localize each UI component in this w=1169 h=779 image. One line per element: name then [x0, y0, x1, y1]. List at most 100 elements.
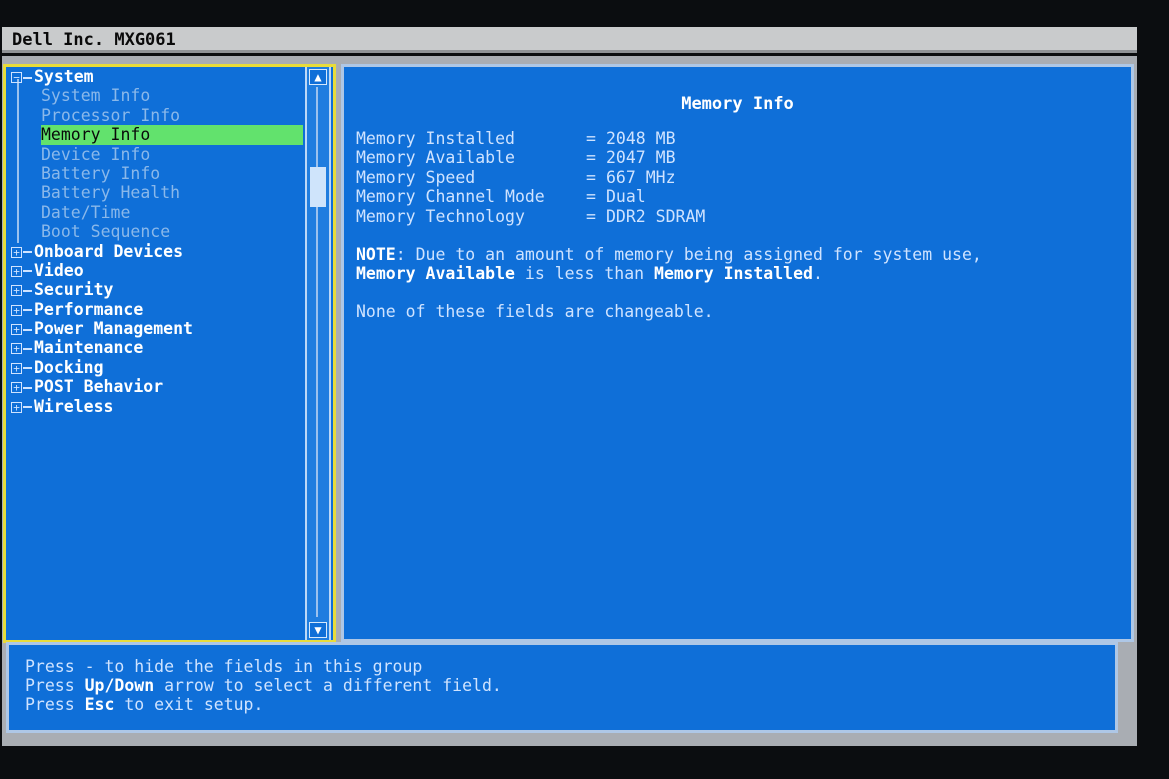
tree-item-battery-info[interactable]: Battery Info — [8, 164, 308, 183]
tree-item-battery-health[interactable]: Battery Health — [8, 183, 308, 202]
tree-branch-icon — [23, 289, 32, 292]
note-prefix: NOTE — [356, 245, 396, 264]
help-text: Press — [25, 676, 85, 695]
settings-tree-pane: − System System Info Processor Info Memor… — [3, 64, 336, 643]
field-label: Memory Technology — [356, 206, 525, 226]
expand-icon[interactable]: + — [11, 285, 22, 297]
field-memory-channel-mode: Memory Channel Mode = Dual — [356, 187, 705, 206]
help-text: Press — [25, 695, 85, 714]
tree-item-label: System Info — [41, 86, 151, 106]
tree-item-device-info[interactable]: Device Info — [8, 145, 308, 164]
tree-item-label: Date/Time — [41, 202, 131, 222]
tree-item-memory-info[interactable]: Memory Info — [8, 125, 308, 145]
tree-item-label: Boot Sequence — [41, 222, 171, 242]
field-value: DDR2 SDRAM — [606, 206, 706, 226]
tree-group-docking[interactable]: + Docking — [8, 358, 308, 377]
collapse-icon[interactable]: − — [11, 72, 22, 83]
field-label: Memory Installed — [356, 129, 515, 148]
tree-item-label: Battery Info — [41, 163, 161, 183]
field-value: 667 MHz — [606, 167, 676, 187]
expand-icon[interactable]: + — [11, 343, 22, 355]
tree-group-onboard-devices[interactable]: + Onboard Devices — [8, 242, 308, 261]
help-key-esc: Esc — [84, 695, 115, 714]
expand-icon[interactable]: + — [11, 382, 22, 394]
field-value: 2048 MB — [606, 129, 676, 148]
tree-group-label: Docking — [34, 357, 104, 377]
tree-item-label: Battery Health — [41, 183, 181, 203]
field-label: Memory Available — [356, 148, 515, 168]
tree-group-video[interactable]: + Video — [8, 261, 308, 280]
field-memory-speed: Memory Speed = 667 MHz — [356, 168, 705, 187]
tree-branch-icon — [23, 251, 32, 254]
note-memory-installed: Memory Installed — [654, 264, 813, 283]
equals-sign: = — [586, 148, 596, 168]
tree-group-maintenance[interactable]: + Maintenance — [8, 338, 308, 357]
help-key-updown: Up/Down — [84, 676, 155, 695]
memory-info-pane: Memory Info Memory Installed = 2048 MB Mem… — [341, 64, 1134, 642]
note-text: is less than — [514, 264, 655, 283]
memory-field-list: Memory Installed = 2048 MB Memory Availabl… — [356, 129, 705, 226]
tree-group-label: POST Behavior — [34, 377, 164, 397]
tree-branch-icon — [23, 347, 32, 350]
tree-branch-icon — [23, 328, 32, 331]
scroll-up-arrow-icon[interactable]: ▲ — [309, 69, 327, 85]
tree-group-power-management[interactable]: + Power Management — [8, 319, 308, 338]
title-bar: Dell Inc. MXG061 — [2, 27, 1137, 53]
scroll-down-arrow-icon[interactable]: ▼ — [309, 622, 327, 638]
expand-icon[interactable]: + — [11, 246, 22, 258]
tree-branch-icon — [23, 309, 32, 312]
tree-group-label: Maintenance — [34, 338, 144, 358]
tree-branch-icon — [23, 406, 32, 409]
help-pane: Press - to hide the fields in this group… — [6, 642, 1118, 733]
tree-branch-icon — [23, 386, 32, 389]
field-label: Memory Speed — [356, 167, 476, 187]
equals-sign: = — [586, 129, 596, 148]
note-memory-available: Memory Available — [356, 264, 515, 283]
tree-item-processor-info[interactable]: Processor Info — [8, 106, 308, 125]
tree-group-post-behavior[interactable]: + POST Behavior — [8, 377, 308, 396]
help-line-navigate: Press Up/Down arrow to select a differen… — [25, 676, 502, 695]
expand-icon[interactable]: + — [11, 304, 22, 316]
tree-branch-icon — [23, 76, 32, 79]
tree-branch-icon — [23, 270, 32, 273]
tree-group-label: Video — [34, 260, 84, 280]
tree-group-label: Power Management — [34, 319, 193, 339]
expand-icon[interactable]: + — [11, 401, 22, 413]
help-line-hide: Press - to hide the fields in this group — [25, 657, 423, 676]
help-text: to exit setup. — [114, 695, 264, 714]
expand-icon[interactable]: + — [11, 324, 22, 336]
tree-scrollbar[interactable]: ▲ ▼ — [305, 67, 331, 640]
equals-sign: = — [586, 167, 596, 187]
settings-tree: − System System Info Processor Info Memor… — [8, 67, 308, 416]
unchangeable-notice: None of these fields are changeable. — [356, 302, 714, 321]
tree-item-boot-sequence[interactable]: Boot Sequence — [8, 222, 308, 241]
equals-sign: = — [586, 187, 596, 207]
scrollbar-thumb[interactable] — [310, 167, 326, 207]
tree-item-system-info[interactable]: System Info — [8, 86, 308, 105]
note-text: : Due to an amount of memory being assig… — [395, 245, 982, 264]
tree-group-wireless[interactable]: + Wireless — [8, 397, 308, 416]
tree-item-date-time[interactable]: Date/Time — [8, 203, 308, 222]
help-lines: Press - to hide the fields in this group… — [25, 657, 502, 714]
field-memory-technology: Memory Technology = DDR2 SDRAM — [356, 207, 705, 226]
tree-group-label: Wireless — [34, 396, 114, 416]
expand-icon[interactable]: + — [11, 265, 22, 277]
panel-title: Memory Info — [681, 94, 794, 114]
tree-group-system[interactable]: − System — [8, 67, 308, 86]
tree-item-label: Memory Info — [41, 125, 151, 145]
field-value: 2047 MB — [606, 148, 676, 168]
tree-item-label: Device Info — [41, 144, 151, 164]
tree-group-performance[interactable]: + Performance — [8, 300, 308, 319]
note-text: . — [812, 264, 823, 283]
tree-branch-icon — [23, 367, 32, 370]
field-memory-available: Memory Available = 2047 MB — [356, 148, 705, 167]
tree-group-security[interactable]: + Security — [8, 280, 308, 299]
help-line-exit: Press Esc to exit setup. — [25, 695, 502, 714]
field-value: Dual — [606, 187, 646, 207]
tree-group-label: System — [34, 67, 94, 86]
expand-icon[interactable]: + — [11, 362, 22, 374]
field-memory-installed: Memory Installed = 2048 MB — [356, 129, 705, 148]
help-text: arrow to select a different field. — [154, 676, 502, 695]
tree-group-label: Security — [34, 280, 114, 300]
bios-screen: Dell Inc. MXG061 − System System Info Pro… — [0, 0, 1169, 779]
